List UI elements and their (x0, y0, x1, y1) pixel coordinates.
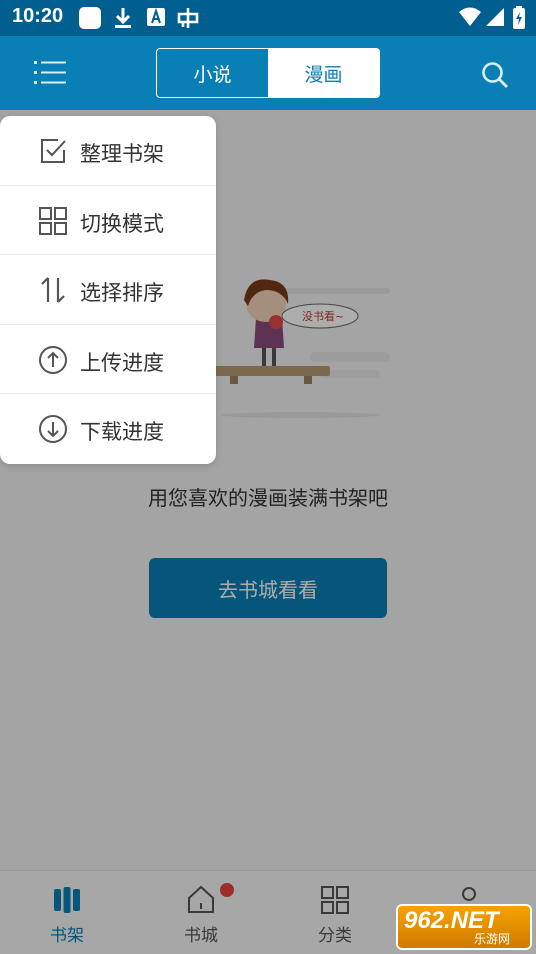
top-app-bar: 小说 漫画 (0, 36, 536, 110)
menu-item-download-progress[interactable]: 下载进度 (0, 394, 216, 464)
menu-item-switch-mode[interactable]: 切换模式 (0, 186, 216, 256)
checkbox-edit-icon (41, 139, 66, 163)
menu-list-icon[interactable] (34, 58, 66, 88)
status-time: 10:20 (12, 5, 64, 27)
shelf-options-menu: 整理书架 切换模式 选择排序 上传进度 下载进度 (0, 116, 216, 464)
bug-app-icon (177, 8, 199, 28)
menu-item-select-sort[interactable]: 选择排序 (0, 255, 216, 325)
signal-icon (486, 8, 504, 26)
menu-item-label: 下载进度 (80, 420, 164, 445)
app-a-icon (147, 7, 165, 26)
menu-item-label: 整理书架 (80, 142, 164, 166)
content-type-tabs: 小说 漫画 (156, 48, 380, 98)
watermark-sub-text: 乐游网 (474, 932, 511, 946)
notification-app-icon (79, 7, 101, 29)
battery-icon (513, 6, 525, 29)
menu-item-label: 上传进度 (80, 350, 164, 375)
download-status-icon (115, 8, 131, 28)
menu-item-organize-shelf[interactable]: 整理书架 (0, 116, 216, 186)
tab-comic[interactable]: 漫画 (268, 49, 379, 97)
wifi-icon (459, 7, 481, 26)
menu-item-label: 选择排序 (80, 281, 164, 306)
watermark-logo: 962.NET 乐游网 (396, 904, 532, 950)
search-icon[interactable] (480, 60, 510, 90)
menu-item-label: 切换模式 (80, 211, 164, 236)
sort-icon (41, 277, 65, 303)
grid-icon (39, 206, 67, 235)
menu-item-upload-progress[interactable]: 上传进度 (0, 325, 216, 395)
tab-novel[interactable]: 小说 (157, 49, 268, 97)
upload-icon (39, 345, 67, 374)
status-bar: 10:20 (0, 0, 536, 36)
download-icon (39, 415, 67, 444)
